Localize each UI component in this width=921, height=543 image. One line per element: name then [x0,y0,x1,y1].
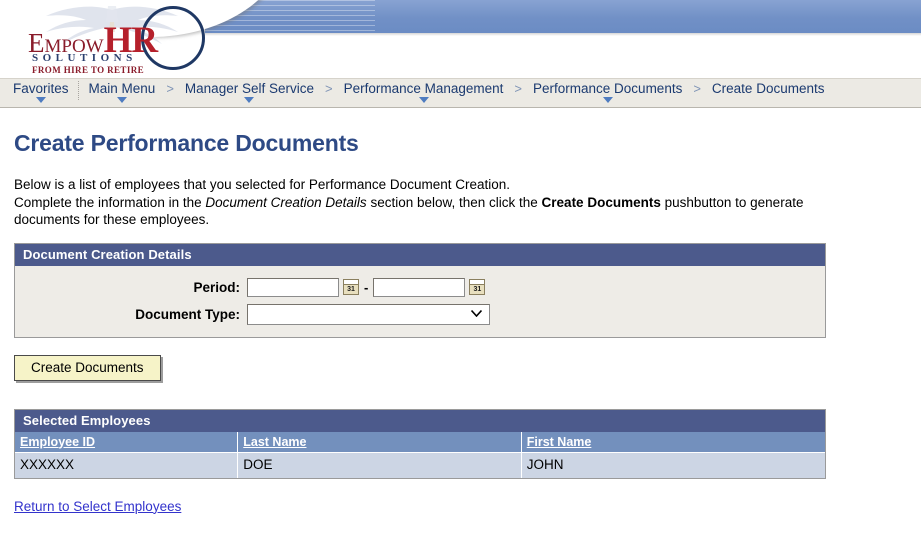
return-to-select-employees-link[interactable]: Return to Select Employees [14,499,181,514]
breadcrumb-item-favorites[interactable]: Favorites [4,79,78,109]
table-row: XXXXXX DOE JOHN [15,452,825,478]
cell-last-name: DOE [237,452,522,478]
intro-text: Below is a list of employees that you se… [14,176,844,229]
chevron-down-icon[interactable] [418,97,429,103]
create-documents-button[interactable]: Create Documents [14,354,161,381]
page-title: Create Performance Documents [14,130,359,156]
selected-employees-table: Employee ID Last Name First Name XXXXXX … [15,431,825,478]
intro-emphasis: Document Creation Details [205,194,367,210]
breadcrumb-item-performance-documents[interactable]: Performance Documents [524,79,691,109]
breadcrumb-item-main-menu[interactable]: Main Menu [80,79,165,109]
cell-employee-id: XXXXXX [15,452,239,478]
period-start-input[interactable] [247,277,339,297]
calendar-icon-start[interactable]: 31 [343,279,359,295]
document-creation-details-section: Document Creation Details Period: 31 - 3… [14,242,826,338]
breadcrumb-label: Manager Self Service [184,81,314,96]
chevron-down-icon[interactable] [35,97,46,103]
breadcrumb-separator: > [166,81,174,96]
document-type-row: Document Type: [15,301,825,328]
cell-first-name: JOHN [521,452,825,478]
section-body: Period: 31 - 31 Document Type: [15,265,825,337]
create-documents-button-wrap: Create Documents [14,354,921,381]
document-type-label: Document Type: [135,306,240,322]
period-row: Period: 31 - 31 [15,274,825,301]
chevron-down-icon[interactable] [116,97,127,103]
column-header-label: Employee ID [20,434,96,449]
breadcrumb-label: Main Menu [88,81,156,96]
breadcrumb-label: Performance Documents [533,81,683,96]
calendar-day-number: 31 [347,286,355,293]
chevron-down-icon[interactable] [244,97,255,103]
period-end-input[interactable] [373,277,466,297]
intro-strong: Create Documents [541,194,661,210]
logo-solutions-text: SOLUTIONS [32,52,137,64]
breadcrumb-label: Performance Management [343,81,504,96]
calendar-day-number: 31 [473,286,482,293]
breadcrumb-label: Create Documents [711,81,825,96]
chevron-down-icon[interactable] [602,97,613,103]
breadcrumb-label: Favorites [13,81,69,96]
column-header-label: Last Name [243,434,307,449]
breadcrumb-item-create-documents: Create Documents [703,79,834,109]
intro-line-1: Below is a list of employees that you se… [14,177,510,192]
logo-tagline-text: FROM HIRE TO RETIRE [32,65,145,75]
column-header-label: First Name [526,434,592,449]
column-header-last-name[interactable]: Last Name [237,431,522,453]
document-type-select[interactable] [247,303,490,325]
column-header-first-name[interactable]: First Name [521,431,825,453]
page-header: EmpowHR SOLUTIONS FROM HIRE TO RETIRE [0,0,921,78]
breadcrumb-item-performance-management[interactable]: Performance Management [335,79,513,109]
page-content: Create Performance Documents Below is a … [0,130,921,514]
header-banner-shadow [205,33,921,36]
period-separator: - [364,279,369,295]
intro-line-2-mid: section below, then click the [366,194,542,210]
section-header-label: Document Creation Details [15,243,825,266]
calendar-icon-end[interactable]: 31 [469,279,486,295]
breadcrumb-separator: > [693,81,701,96]
breadcrumb-separator: > [324,81,333,96]
table-header-row: Employee ID Last Name First Name [15,431,825,453]
selected-employees-header-label: Selected Employees [15,409,825,432]
intro-line-2-prefix: Complete the information in the [14,194,206,210]
period-label: Period: [193,279,240,295]
empowhr-logo: EmpowHR SOLUTIONS FROM HIRE TO RETIRE [18,2,218,78]
column-header-employee-id[interactable]: Employee ID [15,431,239,453]
breadcrumb-item-manager-self-service[interactable]: Manager Self Service [176,79,323,109]
selected-employees-section: Selected Employees Employee ID Last Name… [14,408,826,479]
breadcrumb-separator: > [514,81,523,96]
document-type-select-wrap [247,303,490,325]
breadcrumb: Favorites Main Menu > Manager Self Servi… [0,78,921,108]
